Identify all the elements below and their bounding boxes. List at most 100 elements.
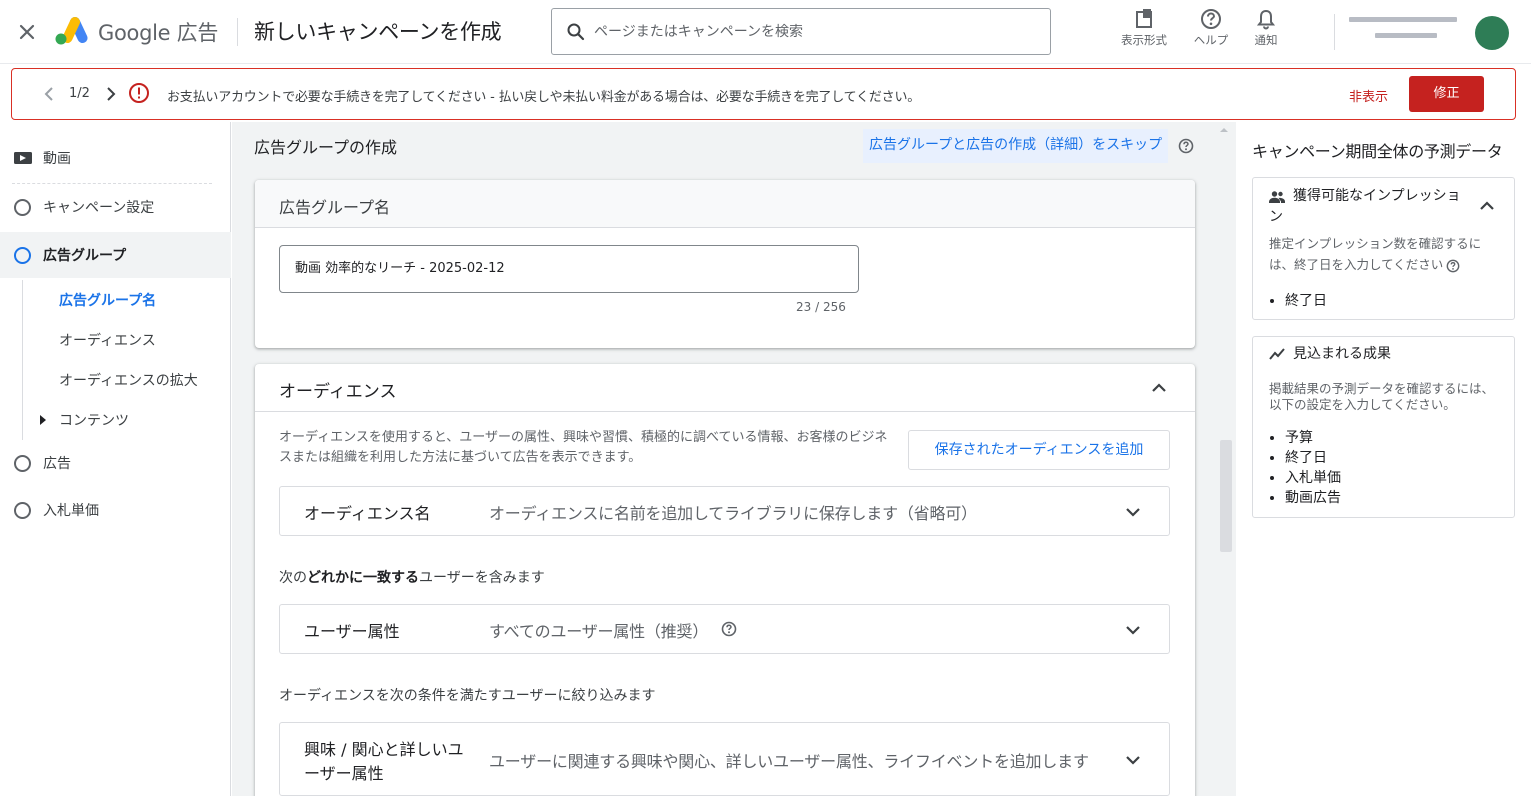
row-value: オーディエンスに名前を追加してライブラリに保存します（省略可） [489, 504, 977, 523]
row-key-line1: 興味 / 関心と詳しいユ [304, 740, 464, 759]
chevron-up-icon[interactable] [1147, 376, 1171, 400]
caret-right-icon[interactable] [39, 415, 47, 425]
alert-counter: 1/2 [69, 86, 90, 101]
search-input[interactable] [594, 19, 1034, 45]
chevron-left-icon[interactable] [42, 84, 56, 104]
card-header: 広告グループ名 [255, 180, 1195, 228]
forecast-title: キャンペーン期間全体の予測データ [1252, 142, 1503, 161]
hide-button[interactable]: 非表示 [1349, 86, 1388, 105]
card-title: オーディエンス [279, 382, 397, 402]
nav-item-ad-group[interactable]: 広告グループ [0, 232, 231, 278]
row-key: ユーザー属性 [304, 622, 400, 641]
alert-message: お支払いアカウントで必要な手続きを完了してください - 払い戻しや未払い料金があ… [167, 90, 921, 105]
step-circle-icon [14, 502, 31, 519]
people-icon [1269, 191, 1285, 203]
audience-card-header[interactable]: オーディエンス [255, 364, 1195, 412]
row-key: オーディエンス名 [304, 504, 431, 523]
appearance-button[interactable]: 表示形式 [1114, 8, 1174, 48]
help-icon[interactable] [1178, 138, 1194, 154]
row-value: すべてのユーザー属性（推奨） [489, 622, 709, 641]
ad-group-name-card: 広告グループ名 動画 効率的なリーチ - 2025-02-12 23 / 256 [255, 180, 1195, 348]
char-counter: 23 / 256 [796, 300, 846, 314]
audience-card: オーディエンス オーディエンスを使用すると、ユーザーの属性、興味や習慣、積極的に… [255, 364, 1195, 796]
impressions-title-line1: 獲得可能なインプレッショ [1293, 188, 1461, 204]
brand-name: Google 広告 [98, 21, 219, 45]
list-item: 入札単価 [1285, 468, 1341, 488]
audience-description: オーディエンスを使用すると、ユーザーの属性、興味や習慣、積極的に調べている情報、… [279, 430, 888, 465]
skip-ad-group-link[interactable]: 広告グループと広告の作成（詳細）をスキップ [863, 129, 1169, 163]
list-item: 終了日 [1285, 291, 1327, 311]
narrow-text: オーディエンスを次の条件を満たすユーザーに絞り込みます [279, 688, 656, 704]
chevron-down-icon[interactable] [1121, 500, 1145, 524]
search-box[interactable] [551, 8, 1051, 55]
fix-button[interactable]: 修正 [1409, 76, 1484, 112]
page-title: 新しいキャンペーンを作成 [254, 20, 502, 44]
impressions-desc-line2: は、終了日を入力してください [1269, 257, 1444, 272]
list-item: 終了日 [1285, 448, 1341, 468]
chevron-down-icon[interactable] [1121, 618, 1145, 642]
nav-item-ads[interactable]: 広告 [0, 440, 231, 486]
account-info-blurred[interactable] [1349, 13, 1467, 49]
results-card: 見込まれる成果 掲載結果の予測データを確認するには、 以下の設定を入力してくださ… [1252, 336, 1515, 518]
appearance-icon [1136, 9, 1152, 28]
trending-up-icon [1269, 348, 1285, 360]
chevron-down-icon[interactable] [1121, 748, 1145, 772]
nav-item-video[interactable]: 動画 [0, 135, 231, 181]
sub-nav-ad-group-name[interactable]: 広告グループ名 [59, 290, 156, 310]
scroll-up-arrow-icon[interactable] [1219, 126, 1229, 134]
error-icon [129, 83, 149, 103]
close-icon[interactable] [15, 20, 39, 44]
nav-item-ads-label: 広告 [43, 456, 71, 472]
results-desc-line2: 以下の設定を入力してください。 [1269, 397, 1456, 412]
step-circle-icon [14, 247, 31, 264]
forecast-panel: キャンペーン期間全体の予測データ 獲得可能なインプレッショ ン 推定インプレッシ… [1236, 122, 1531, 796]
nav-item-campaign-settings[interactable]: キャンペーン設定 [0, 184, 231, 230]
nav-item-video-label: 動画 [43, 151, 71, 167]
google-ads-logo-icon [55, 17, 88, 45]
sub-nav-line [22, 280, 23, 440]
notifications-button[interactable]: 通知 [1236, 8, 1296, 48]
impressions-requirements: 終了日 [1285, 291, 1327, 311]
main-content: 広告グループの作成 広告グループと広告の作成（詳細）をスキップ 広告グループ名 … [232, 122, 1236, 796]
top-bar: Google 広告 新しいキャンペーンを作成 表示形式 ヘルプ 通知 [0, 0, 1531, 64]
impressions-card: 獲得可能なインプレッショ ン 推定インプレッション数を確認するに は、終了日を入… [1252, 177, 1515, 320]
demographics-row[interactable]: ユーザー属性 すべてのユーザー属性（推奨） [279, 604, 1170, 654]
appearance-label: 表示形式 [1121, 33, 1167, 47]
step-circle-icon [14, 199, 31, 216]
ad-group-name-input[interactable]: 動画 効率的なリーチ - 2025-02-12 [279, 245, 859, 293]
search-icon [567, 23, 585, 41]
row-key-line2: ーザー属性 [304, 764, 384, 783]
help-label: ヘルプ [1193, 33, 1229, 47]
notifications-label: 通知 [1254, 33, 1278, 47]
help-icon[interactable] [721, 621, 737, 637]
video-camera-icon [14, 152, 32, 164]
alert-bar: 1/2 お支払いアカウントで必要な手続きを完了してください - 払い戻しや未払い… [11, 68, 1516, 120]
impressions-title-line2: ン [1269, 209, 1283, 225]
sub-nav-content[interactable]: コンテンツ [59, 410, 129, 430]
add-saved-audience-button[interactable]: 保存されたオーディエンスを追加 [908, 430, 1170, 470]
help-icon[interactable] [1446, 259, 1460, 273]
nav-item-campaign-settings-label: キャンペーン設定 [43, 200, 155, 216]
interests-row[interactable]: 興味 / 関心と詳しいユ ーザー属性 ユーザーに関連する興味や関心、詳しいユーザ… [279, 722, 1170, 796]
list-item: 動画広告 [1285, 488, 1341, 508]
bell-icon [1256, 9, 1276, 30]
audience-name-row[interactable]: オーディエンス名 オーディエンスに名前を追加してライブラリに保存します（省略可） [279, 486, 1170, 536]
include-text: 次のどれかに一致するユーザーを含みます [279, 570, 545, 586]
divider [237, 18, 238, 46]
nav-item-bidding-label: 入札単価 [43, 503, 99, 519]
sub-nav-audience-expansion[interactable]: オーディエンスの拡大 [59, 370, 198, 390]
avatar[interactable] [1475, 16, 1509, 50]
sub-nav-audience[interactable]: オーディエンス [59, 330, 156, 350]
card-title: 広告グループ名 [279, 198, 391, 217]
left-nav: 動画 キャンペーン設定 広告グループ 広告グループ名 オーディエンス オーディエ… [0, 122, 231, 796]
help-icon [1201, 9, 1221, 29]
list-item: 予算 [1285, 428, 1341, 448]
impressions-desc-line1: 推定インプレッション数を確認するに [1269, 236, 1482, 251]
divider [1334, 14, 1335, 50]
chevron-right-icon[interactable] [104, 84, 118, 104]
help-button[interactable]: ヘルプ [1181, 8, 1241, 48]
chevron-up-icon[interactable] [1475, 194, 1499, 218]
nav-item-bidding[interactable]: 入札単価 [0, 487, 231, 533]
scrollbar-thumb[interactable] [1220, 440, 1232, 552]
step-circle-icon [14, 455, 31, 472]
